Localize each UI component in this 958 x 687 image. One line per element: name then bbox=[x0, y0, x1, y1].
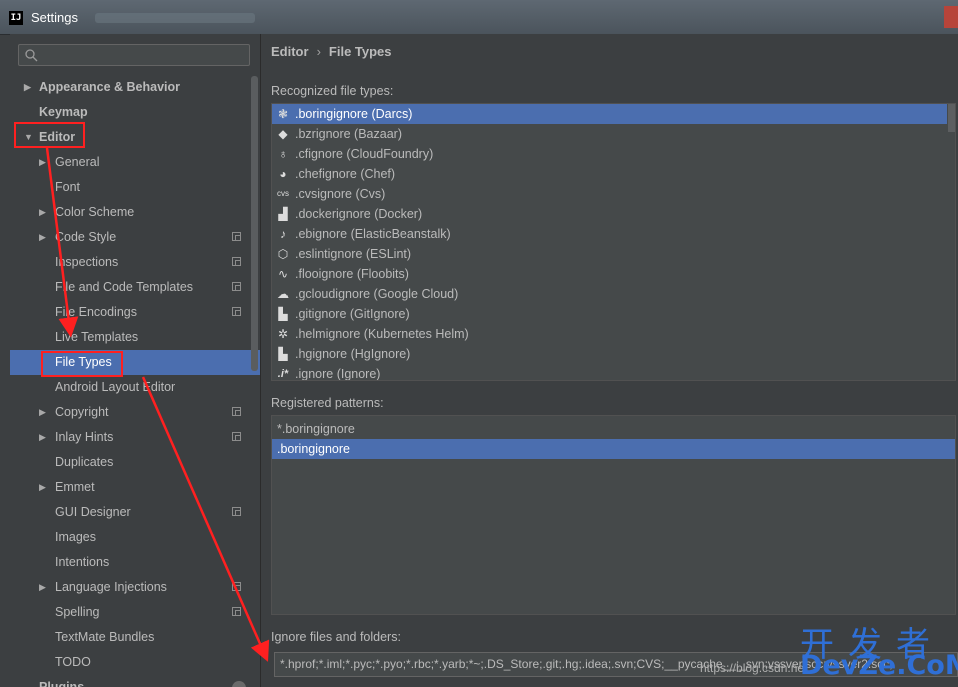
annotation-arrow bbox=[141, 376, 270, 662]
annotation-arrow bbox=[45, 147, 79, 338]
watermark-url: https://blog.csdn.net bbox=[700, 661, 808, 675]
annotation-arrows bbox=[45, 147, 270, 662]
settings-window: IJ Settings ▶ Appearance & Behavior Keyma… bbox=[0, 0, 958, 687]
watermark-en: DevZe.CoM bbox=[800, 650, 958, 681]
